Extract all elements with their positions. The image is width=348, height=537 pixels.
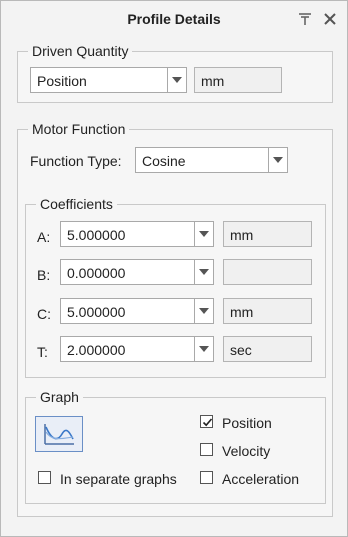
pin-icon[interactable] xyxy=(297,11,313,27)
coefficient-a-dropdown-button[interactable] xyxy=(194,222,213,246)
coefficient-b-input[interactable]: 0.000000 xyxy=(60,259,214,285)
coefficient-t-label: T: xyxy=(37,344,48,360)
function-type-label: Function Type: xyxy=(30,153,122,169)
separate-graphs-label: In separate graphs xyxy=(60,471,177,487)
coefficient-t-input[interactable]: 2.000000 xyxy=(60,336,214,362)
coefficient-a-value: 5.000000 xyxy=(67,227,126,243)
function-type-select[interactable]: Cosine xyxy=(135,147,288,173)
close-icon[interactable] xyxy=(322,11,338,27)
coefficient-b-label: B: xyxy=(37,267,51,283)
panel-title: Profile Details xyxy=(127,11,221,27)
coefficient-t-dropdown-button[interactable] xyxy=(194,337,213,361)
driven-quantity-unit-field: mm xyxy=(194,67,282,93)
coefficient-c-dropdown-button[interactable] xyxy=(194,299,213,323)
coefficient-c-input[interactable]: 5.000000 xyxy=(60,298,214,324)
coefficient-a-unit: mm xyxy=(230,227,254,243)
driven-quantity-legend: Driven Quantity xyxy=(32,43,129,59)
acceleration-label: Acceleration xyxy=(222,471,300,487)
coefficient-t-value: 2.000000 xyxy=(67,342,126,358)
chevron-down-icon xyxy=(172,77,182,83)
position-checkbox[interactable] xyxy=(200,415,213,428)
coefficient-a-input[interactable]: 5.000000 xyxy=(60,221,214,247)
profile-details-panel: Profile Details Driven Quantity Position… xyxy=(0,0,348,537)
chevron-down-icon xyxy=(199,231,209,237)
graph-legend: Graph xyxy=(40,389,79,405)
driven-quantity-value: Position xyxy=(37,73,87,89)
coefficient-b-value: 0.000000 xyxy=(67,265,126,281)
coefficient-c-unit-field: mm xyxy=(223,298,312,324)
motor-function-legend: Motor Function xyxy=(32,121,126,137)
separate-graphs-checkbox[interactable] xyxy=(38,471,51,484)
chevron-down-icon xyxy=(273,157,283,163)
chevron-down-icon xyxy=(199,269,209,275)
coefficient-a-unit-field: mm xyxy=(223,221,312,247)
driven-quantity-dropdown-button[interactable] xyxy=(167,68,186,92)
coefficients-legend: Coefficients xyxy=(40,196,113,212)
coefficient-b-dropdown-button[interactable] xyxy=(194,260,213,284)
chevron-down-icon xyxy=(199,308,209,314)
velocity-label: Velocity xyxy=(222,443,271,459)
function-type-value: Cosine xyxy=(142,153,186,169)
coefficient-t-unit-field: sec xyxy=(223,336,312,362)
coefficient-c-unit: mm xyxy=(230,304,254,320)
position-label: Position xyxy=(222,415,272,431)
coefficient-t-unit: sec xyxy=(230,342,252,358)
coefficient-c-value: 5.000000 xyxy=(67,304,126,320)
coefficient-b-unit-field xyxy=(223,259,312,285)
coefficient-c-label: C: xyxy=(37,306,51,322)
function-type-dropdown-button[interactable] xyxy=(268,148,287,172)
driven-quantity-unit: mm xyxy=(201,73,225,89)
driven-quantity-select[interactable]: Position xyxy=(30,67,187,93)
show-graph-button[interactable] xyxy=(35,416,83,452)
chevron-down-icon xyxy=(199,346,209,352)
acceleration-checkbox[interactable] xyxy=(200,471,213,484)
coefficient-a-label: A: xyxy=(37,229,51,245)
title-bar: Profile Details xyxy=(1,1,347,37)
checkmark-icon xyxy=(202,418,213,427)
graph-curve-icon xyxy=(44,424,74,445)
velocity-checkbox[interactable] xyxy=(200,443,213,456)
